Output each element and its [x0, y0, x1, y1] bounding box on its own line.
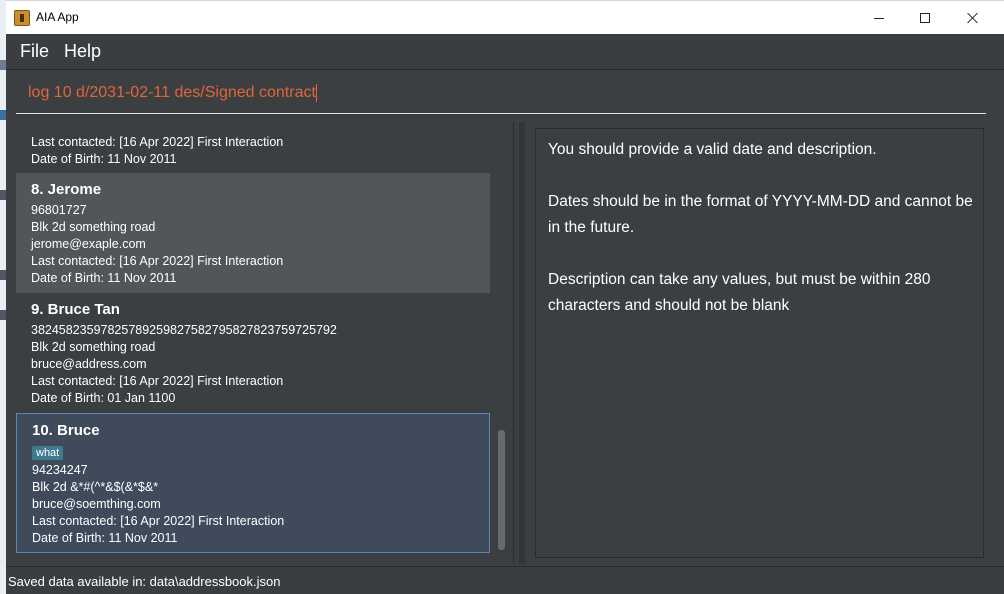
list-item[interactable]: Last contacted: [16 Apr 2022] First Inte…: [16, 132, 490, 173]
contact-email: jerome@exaple.com: [31, 237, 146, 251]
contact-last-contacted: Last contacted: [16 Apr 2022] First Inte…: [31, 254, 284, 268]
minimize-button[interactable]: [856, 1, 902, 35]
contact-phone: 3824582359782578925982758279582782375972…: [31, 323, 337, 337]
title-bar[interactable]: AIA App: [6, 0, 1004, 34]
contact-list[interactable]: Last contacted: [16 Apr 2022] First Inte…: [10, 122, 514, 564]
text-caret: [315, 84, 317, 102]
list-item[interactable]: 9. Bruce Tan 382458235978257892598275827…: [16, 293, 490, 413]
contact-dob: Date of Birth: 11 Nov 2011: [32, 531, 178, 545]
result-line-3: Description can take any values, but mus…: [548, 271, 931, 314]
contact-last-contacted: Last contacted: [16 Apr 2022] First Inte…: [31, 374, 284, 388]
contact-tag: what: [32, 446, 64, 460]
split-pane-divider[interactable]: [519, 122, 525, 564]
result-line-2: Dates should be in the format of YYYY-MM…: [548, 193, 973, 236]
contact-phone: 96801727: [31, 203, 87, 217]
status-bar: Saved data available in: data\addressboo…: [6, 566, 1004, 594]
contact-dob: Date of Birth: 01 Jan 1100: [31, 391, 176, 405]
contact-email: bruce@soemthing.com: [32, 497, 161, 511]
menu-bar: File Help: [6, 34, 1004, 70]
result-text: You should provide a valid date and desc…: [548, 137, 973, 319]
contact-name: 8. Jerome: [31, 181, 102, 198]
command-input[interactable]: log 10 d/2031-02-11 des/Signed contract: [16, 76, 986, 114]
contact-last-contacted: Last contacted: [16 Apr 2022] First Inte…: [31, 135, 284, 149]
maximize-button[interactable]: [902, 1, 948, 35]
contact-phone: 94234247: [32, 463, 88, 477]
contact-email: bruce@address.com: [31, 357, 147, 371]
contact-address: Blk 2d something road: [31, 220, 156, 234]
contact-address: Blk 2d &*#(^*&$(&*$&*: [32, 480, 159, 494]
command-input-text: log 10 d/2031-02-11 des/Signed contract: [28, 84, 317, 102]
list-item[interactable]: 8. Jerome 96801727 Blk 2d something road…: [16, 173, 490, 293]
maximize-icon: [920, 13, 930, 23]
menu-file[interactable]: File: [20, 41, 49, 62]
contact-dob: Date of Birth: 11 Nov 2011: [31, 152, 177, 166]
list-scrollbar[interactable]: [498, 430, 505, 550]
close-button[interactable]: [950, 1, 996, 35]
contact-name: 10. Bruce: [32, 422, 100, 439]
contact-address: Blk 2d something road: [31, 340, 156, 354]
menu-help[interactable]: Help: [64, 41, 101, 62]
list-item-selected[interactable]: 10. Bruce what 94234247 Blk 2d &*#(^*&$(…: [16, 413, 490, 553]
contact-dob: Date of Birth: 11 Nov 2011: [31, 271, 177, 285]
contact-name: 9. Bruce Tan: [31, 301, 120, 318]
minimize-icon: [874, 17, 884, 19]
close-icon: [967, 12, 979, 24]
app-icon: [14, 10, 30, 26]
result-display: You should provide a valid date and desc…: [535, 128, 984, 558]
status-text: Saved data available in: data\addressboo…: [8, 574, 281, 589]
result-line-1: You should provide a valid date and desc…: [548, 141, 877, 158]
window-title: AIA App: [36, 10, 79, 24]
contact-last-contacted: Last contacted: [16 Apr 2022] First Inte…: [32, 514, 285, 528]
app-window: AIA App File Help log 10 d/2031-02-11 de…: [6, 0, 1004, 594]
command-value: log 10 d/2031-02-11 des/Signed contract: [28, 84, 316, 102]
